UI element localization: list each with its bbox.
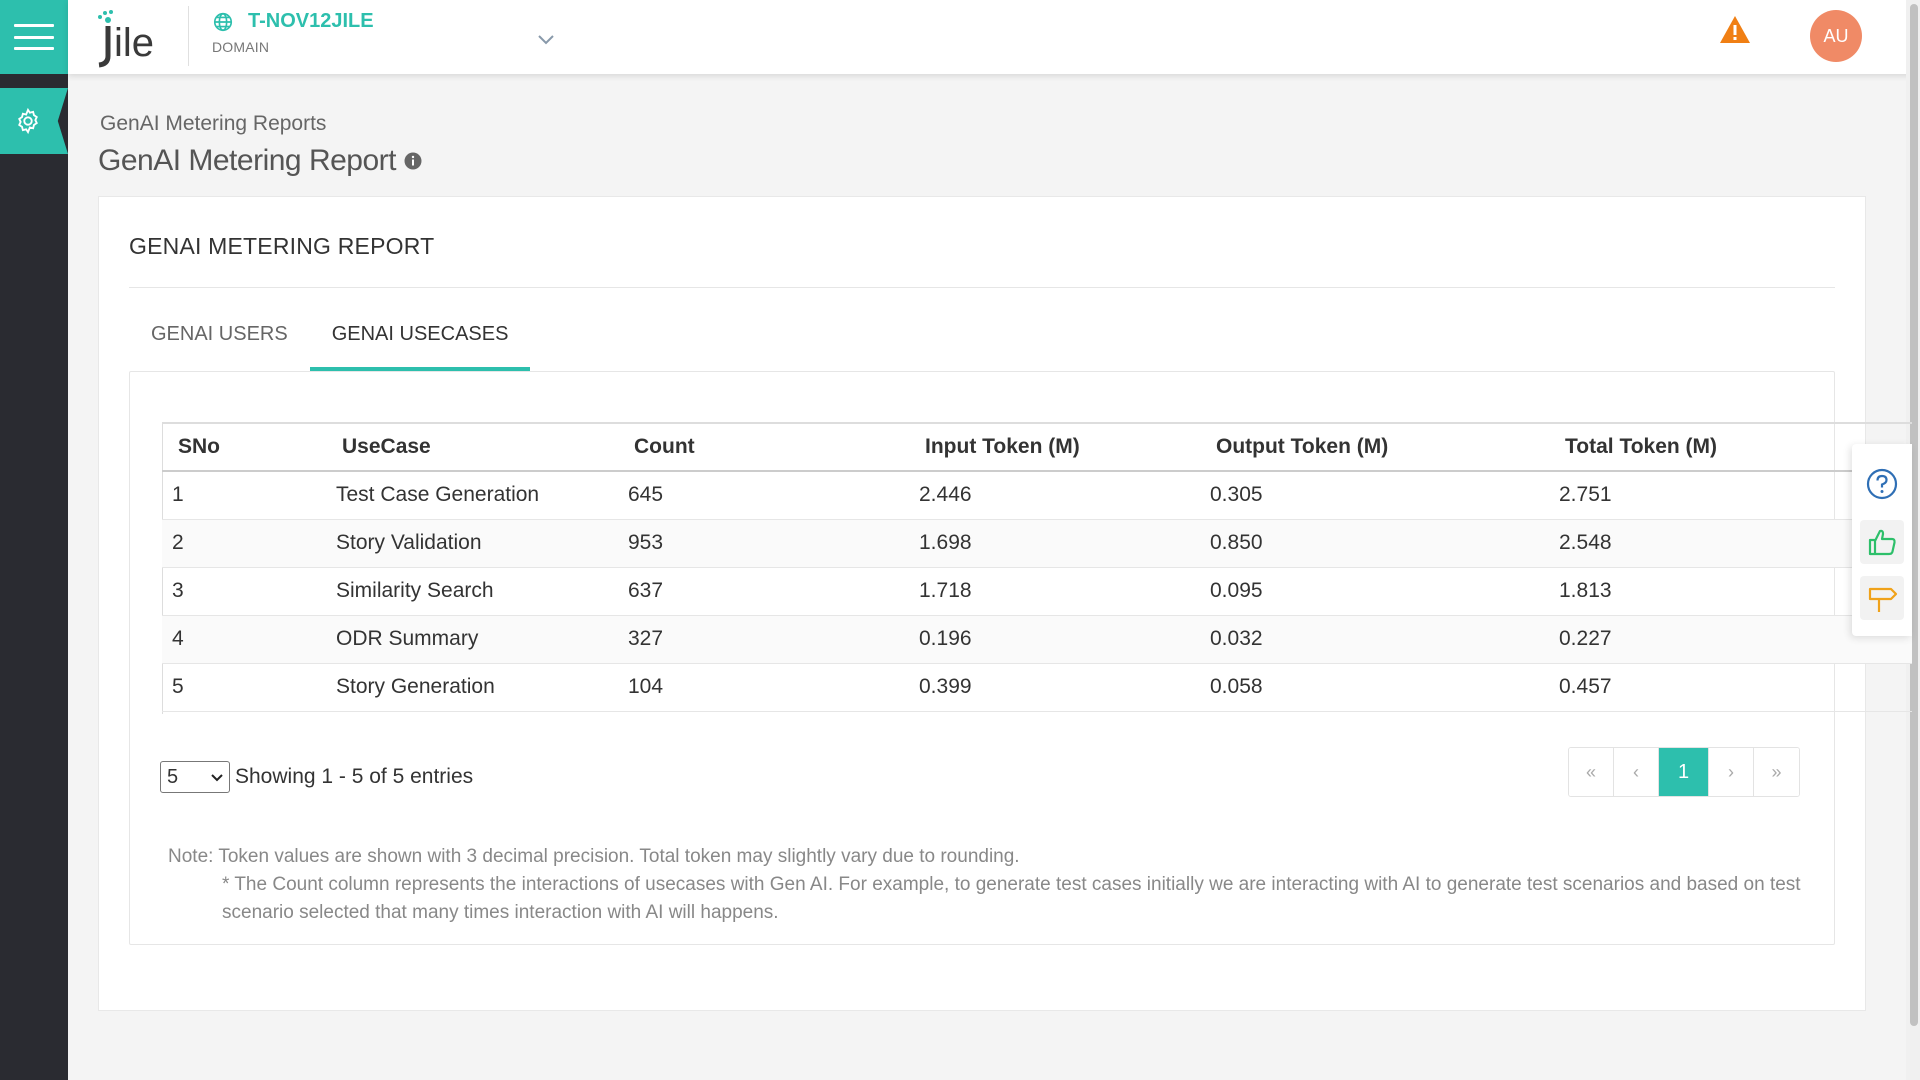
cell-sno: 2 xyxy=(162,519,336,568)
user-avatar[interactable]: AU xyxy=(1810,10,1862,62)
cell-count: 637 xyxy=(628,567,919,616)
first-page-button[interactable]: « xyxy=(1569,748,1614,796)
cell-output-token: 0.850 xyxy=(1210,519,1559,568)
cell-input-token: 1.698 xyxy=(919,519,1210,568)
showing-entries-text: Showing 1 - 5 of 5 entries xyxy=(235,765,474,788)
next-page-button[interactable]: › xyxy=(1709,748,1754,796)
last-page-button[interactable]: » xyxy=(1754,748,1799,796)
cell-input-token: 1.718 xyxy=(919,567,1210,616)
signpost-icon xyxy=(1868,587,1898,612)
table-row: 5 Story Generation 104 0.399 0.058 0.457 xyxy=(162,663,1912,712)
header-divider xyxy=(188,6,189,66)
cell-output-token: 0.095 xyxy=(1210,567,1559,616)
chevron-down-icon xyxy=(211,774,223,782)
domain-name: T-NOV12JILE xyxy=(248,10,374,32)
page-size-select[interactable]: 5 xyxy=(160,761,230,793)
domain-label: DOMAIN xyxy=(212,39,270,55)
card-title: GENAI METERING REPORT xyxy=(129,233,435,259)
breadcrumb: GenAI Metering Reports xyxy=(100,112,327,135)
cell-usecase: Test Case Generation xyxy=(336,471,628,520)
tab-genai-usecases[interactable]: GENAI USECASES xyxy=(309,317,531,371)
cell-count: 327 xyxy=(628,615,919,664)
cell-usecase: Story Generation xyxy=(336,663,628,712)
column-header-sno[interactable]: SNo xyxy=(162,422,336,472)
cell-sno: 3 xyxy=(162,567,336,616)
warning-icon[interactable] xyxy=(1718,14,1752,46)
prev-page-button[interactable]: ‹ xyxy=(1614,748,1659,796)
cell-input-token: 0.196 xyxy=(919,615,1210,664)
cell-count: 104 xyxy=(628,663,919,712)
table-row: 2 Story Validation 953 1.698 0.850 2.548 xyxy=(162,519,1912,568)
cell-usecase: ODR Summary xyxy=(336,615,628,664)
report-tabs: GENAI USERS GENAI USECASES xyxy=(129,317,531,371)
guide-button[interactable] xyxy=(1860,576,1904,620)
cell-usecase: Story Validation xyxy=(336,519,628,568)
thumbs-up-icon xyxy=(1868,529,1896,556)
help-icon xyxy=(1866,468,1898,500)
cell-total-token: 0.457 xyxy=(1559,663,1912,712)
pagination: « ‹ 1 › » xyxy=(1568,747,1800,797)
gear-icon xyxy=(18,107,38,135)
cell-sno: 5 xyxy=(162,663,336,712)
left-sidebar xyxy=(0,0,68,1080)
feedback-button[interactable] xyxy=(1860,520,1904,564)
note-count-explanation: * The Count column represents the intera… xyxy=(222,874,1801,923)
column-header-output-token[interactable]: Output Token (M) xyxy=(1210,422,1559,472)
page-title: GenAI Metering Report xyxy=(98,144,422,178)
card-divider xyxy=(129,287,1835,288)
table-header-row: SNo UseCase Count Input Token (M) Output… xyxy=(162,422,1912,472)
usecase-table: SNo UseCase Count Input Token (M) Output… xyxy=(162,422,1912,712)
cell-input-token: 2.446 xyxy=(919,471,1210,520)
page-1-button[interactable]: 1 xyxy=(1659,748,1709,796)
cell-count: 953 xyxy=(628,519,919,568)
tab-genai-users[interactable]: GENAI USERS xyxy=(129,317,310,371)
cell-count: 645 xyxy=(628,471,919,520)
page-size-value: 5 xyxy=(167,766,179,788)
column-header-input-token[interactable]: Input Token (M) xyxy=(919,422,1210,472)
cell-sno: 1 xyxy=(162,471,336,520)
menu-icon xyxy=(14,24,54,50)
cell-output-token: 0.305 xyxy=(1210,471,1559,520)
cell-output-token: 0.032 xyxy=(1210,615,1559,664)
floating-toolbar xyxy=(1852,444,1912,636)
menu-toggle-button[interactable] xyxy=(0,0,68,74)
globe-icon xyxy=(213,12,233,31)
page-title-text: GenAI Metering Report xyxy=(98,144,396,177)
table-row: 1 Test Case Generation 645 2.446 0.305 2… xyxy=(162,471,1912,520)
info-icon[interactable] xyxy=(404,152,422,170)
cell-sno: 4 xyxy=(162,615,336,664)
settings-nav-item[interactable] xyxy=(0,88,68,154)
column-header-usecase[interactable]: UseCase xyxy=(336,422,628,472)
note-precision: Note: Token values are shown with 3 deci… xyxy=(168,846,1020,867)
cell-usecase: Similarity Search xyxy=(336,567,628,616)
cell-output-token: 0.058 xyxy=(1210,663,1559,712)
column-header-count[interactable]: Count xyxy=(628,422,919,472)
domain-selector[interactable]: T-NOV12JILE DOMAIN xyxy=(212,10,374,55)
jile-logo[interactable]: ile xyxy=(90,8,164,68)
help-button[interactable] xyxy=(1860,462,1904,506)
top-header: ile T-NOV12JILE DOMAIN AU xyxy=(68,0,1920,74)
chevron-down-icon[interactable] xyxy=(536,32,556,46)
table-row: 4 ODR Summary 327 0.196 0.032 0.227 xyxy=(162,615,1912,664)
cell-input-token: 0.399 xyxy=(919,663,1210,712)
table-row: 3 Similarity Search 637 1.718 0.095 1.81… xyxy=(162,567,1912,616)
svg-text:ile: ile xyxy=(114,21,154,65)
